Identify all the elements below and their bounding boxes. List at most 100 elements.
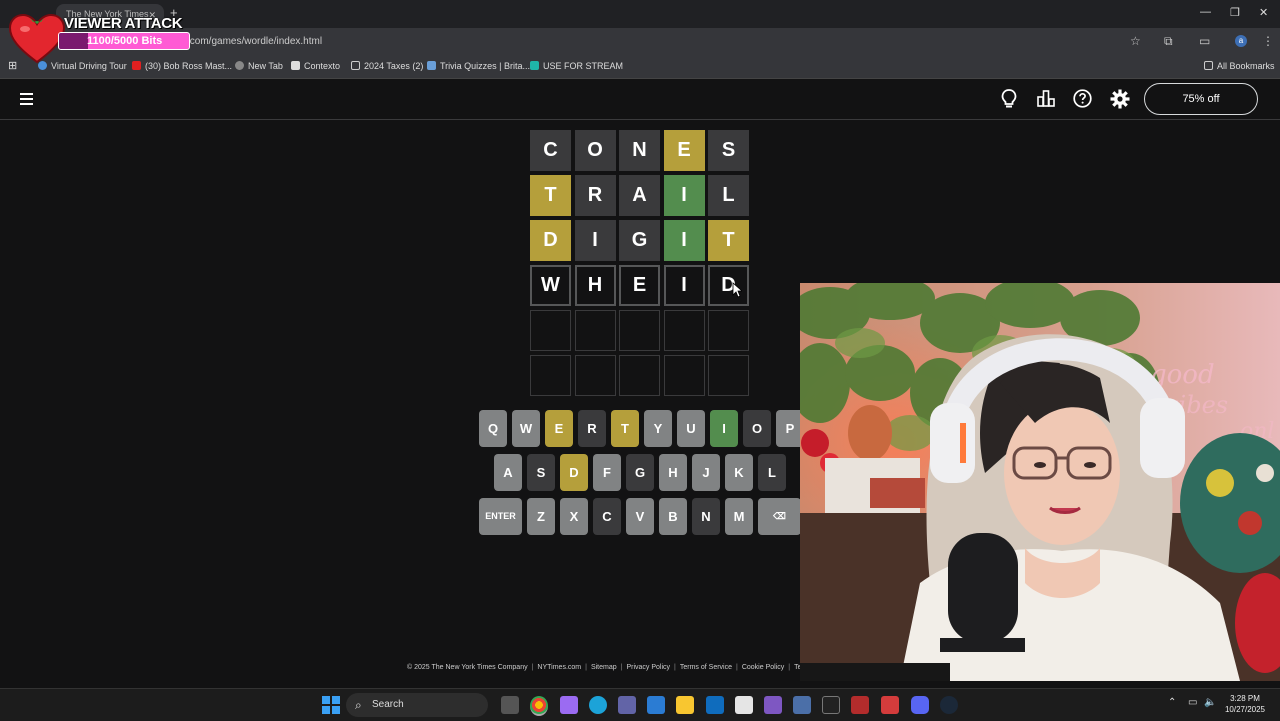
teams-icon[interactable] bbox=[618, 696, 636, 714]
key-l[interactable]: L bbox=[758, 454, 786, 491]
board-tile: D bbox=[530, 220, 571, 261]
bookmarks-bar: ⊞ Virtual Driving Tour (30) Bob Ross Mas… bbox=[0, 56, 1280, 79]
bits-progress-fill bbox=[59, 33, 88, 49]
board-tile bbox=[530, 310, 571, 351]
bookmark-new-tab[interactable]: New Tab bbox=[235, 61, 283, 71]
board-tile bbox=[574, 310, 616, 351]
footer-link[interactable]: Cookie Policy bbox=[742, 664, 784, 671]
stats-icon[interactable] bbox=[1037, 89, 1055, 112]
hamburger-menu-icon[interactable] bbox=[20, 93, 33, 108]
key-i[interactable]: I bbox=[710, 410, 738, 447]
slack-icon[interactable] bbox=[764, 696, 782, 714]
key-t[interactable]: T bbox=[611, 410, 639, 447]
footer-separator: | bbox=[788, 664, 791, 671]
restore-icon[interactable]: ❐ bbox=[1230, 6, 1240, 19]
tray-chevron-up-icon[interactable]: ⌃ bbox=[1168, 697, 1176, 708]
key-o[interactable]: O bbox=[743, 410, 771, 447]
key-h[interactable]: H bbox=[659, 454, 687, 491]
board-tile bbox=[530, 355, 571, 396]
key-q[interactable]: Q bbox=[479, 410, 507, 447]
board-tile: A bbox=[619, 175, 660, 216]
footer-link[interactable]: Sitemap bbox=[591, 664, 617, 671]
key-v[interactable]: V bbox=[626, 498, 654, 535]
minimize-icon[interactable]: — bbox=[1200, 6, 1211, 18]
chrome-icon[interactable] bbox=[530, 696, 548, 716]
webcam-feed: good vibes onl bbox=[800, 283, 1280, 681]
steam-icon[interactable] bbox=[940, 696, 958, 714]
key-b[interactable]: B bbox=[659, 498, 687, 535]
bits-progress-bar: 1100/5000 Bits bbox=[58, 32, 190, 50]
address-bar: s.com/games/wordle/index.html ☆ ⧉ ▭ a ⋮ bbox=[0, 28, 1280, 56]
key-d[interactable]: D bbox=[560, 454, 588, 491]
windows-start-icon[interactable] bbox=[322, 696, 340, 714]
calendar-icon[interactable] bbox=[735, 696, 753, 714]
enter-key[interactable]: ENTER bbox=[479, 498, 522, 535]
hint-bulb-icon[interactable] bbox=[1001, 89, 1017, 114]
key-f[interactable]: F bbox=[593, 454, 621, 491]
edge-icon[interactable] bbox=[589, 696, 607, 714]
board-tile: I bbox=[663, 175, 705, 216]
key-g[interactable]: G bbox=[626, 454, 654, 491]
key-e[interactable]: E bbox=[545, 410, 573, 447]
outlook-icon[interactable] bbox=[706, 696, 724, 714]
help-icon[interactable] bbox=[1073, 89, 1092, 113]
britannica-icon bbox=[427, 61, 436, 70]
taskbar-search-box[interactable]: ⌕ Search bbox=[346, 693, 488, 717]
profile-avatar[interactable]: a bbox=[1235, 35, 1247, 47]
board-tile: R bbox=[574, 175, 616, 216]
network-icon[interactable]: ▭ bbox=[1188, 697, 1197, 708]
menu-dots-icon[interactable]: ⋮ bbox=[1262, 34, 1274, 48]
footer-link[interactable]: © 2025 The New York Times Company bbox=[407, 664, 528, 671]
close-window-icon[interactable]: ✕ bbox=[1259, 6, 1268, 19]
folder-icon bbox=[351, 61, 360, 70]
mouse-cursor-icon bbox=[732, 282, 742, 298]
copilot-icon[interactable] bbox=[560, 696, 578, 714]
footer-link[interactable]: Privacy Policy bbox=[626, 664, 670, 671]
file-explorer-icon[interactable] bbox=[676, 696, 694, 714]
board-tile bbox=[619, 355, 660, 396]
bookmark-2024-taxes[interactable]: 2024 Taxes (2) bbox=[351, 61, 423, 71]
key-r[interactable]: R bbox=[578, 410, 606, 447]
app-icon-red[interactable] bbox=[851, 696, 869, 714]
board-tile: N bbox=[619, 130, 660, 171]
store-icon[interactable] bbox=[647, 696, 665, 714]
app-window-icon[interactable] bbox=[793, 696, 811, 714]
discord-icon[interactable] bbox=[911, 696, 929, 714]
search-icon: ⌕ bbox=[355, 698, 362, 712]
bookmark-trivia-quizzes[interactable]: Trivia Quizzes | Brita... bbox=[427, 61, 530, 71]
key-j[interactable]: J bbox=[692, 454, 720, 491]
star-icon[interactable]: ☆ bbox=[1130, 34, 1141, 48]
volume-icon[interactable]: 🔈 bbox=[1204, 697, 1216, 708]
app-icon-red-2[interactable] bbox=[881, 696, 899, 714]
settings-gear-icon[interactable] bbox=[1110, 89, 1130, 114]
key-y[interactable]: Y bbox=[644, 410, 672, 447]
key-m[interactable]: M bbox=[725, 498, 753, 535]
key-z[interactable]: Z bbox=[527, 498, 555, 535]
key-w[interactable]: W bbox=[512, 410, 540, 447]
backspace-key[interactable]: ⌫ bbox=[758, 498, 801, 535]
url-field[interactable]: s.com/games/wordle/index.html bbox=[182, 36, 322, 47]
board-tile: H bbox=[574, 265, 616, 306]
footer-link[interactable]: Terms of Service bbox=[680, 664, 732, 671]
cast-icon[interactable]: ▭ bbox=[1199, 34, 1210, 48]
key-s[interactable]: S bbox=[527, 454, 555, 491]
all-bookmarks[interactable]: All Bookmarks bbox=[1204, 61, 1275, 71]
taskbar-clock[interactable]: 3:28 PM 10/27/2025 bbox=[1222, 693, 1268, 715]
bookmark-contexto[interactable]: Contexto bbox=[291, 61, 340, 71]
key-k[interactable]: K bbox=[725, 454, 753, 491]
bookmark-bob-ross[interactable]: (30) Bob Ross Mast... bbox=[132, 61, 232, 71]
board-tile: L bbox=[708, 175, 749, 216]
subscribe-promo-button[interactable]: 75% off bbox=[1144, 83, 1258, 115]
capcut-icon[interactable] bbox=[822, 696, 840, 714]
board-tile: T bbox=[530, 175, 571, 216]
key-a[interactable]: A bbox=[494, 454, 522, 491]
key-u[interactable]: U bbox=[677, 410, 705, 447]
key-c[interactable]: C bbox=[593, 498, 621, 535]
globe-icon bbox=[235, 61, 244, 70]
bookmark-use-for-stream[interactable]: USE FOR STREAM bbox=[530, 61, 623, 71]
footer-link[interactable]: NYTimes.com bbox=[537, 664, 581, 671]
key-n[interactable]: N bbox=[692, 498, 720, 535]
key-x[interactable]: X bbox=[560, 498, 588, 535]
task-view-icon[interactable] bbox=[501, 696, 519, 714]
extensions-icon[interactable]: ⧉ bbox=[1164, 34, 1173, 49]
